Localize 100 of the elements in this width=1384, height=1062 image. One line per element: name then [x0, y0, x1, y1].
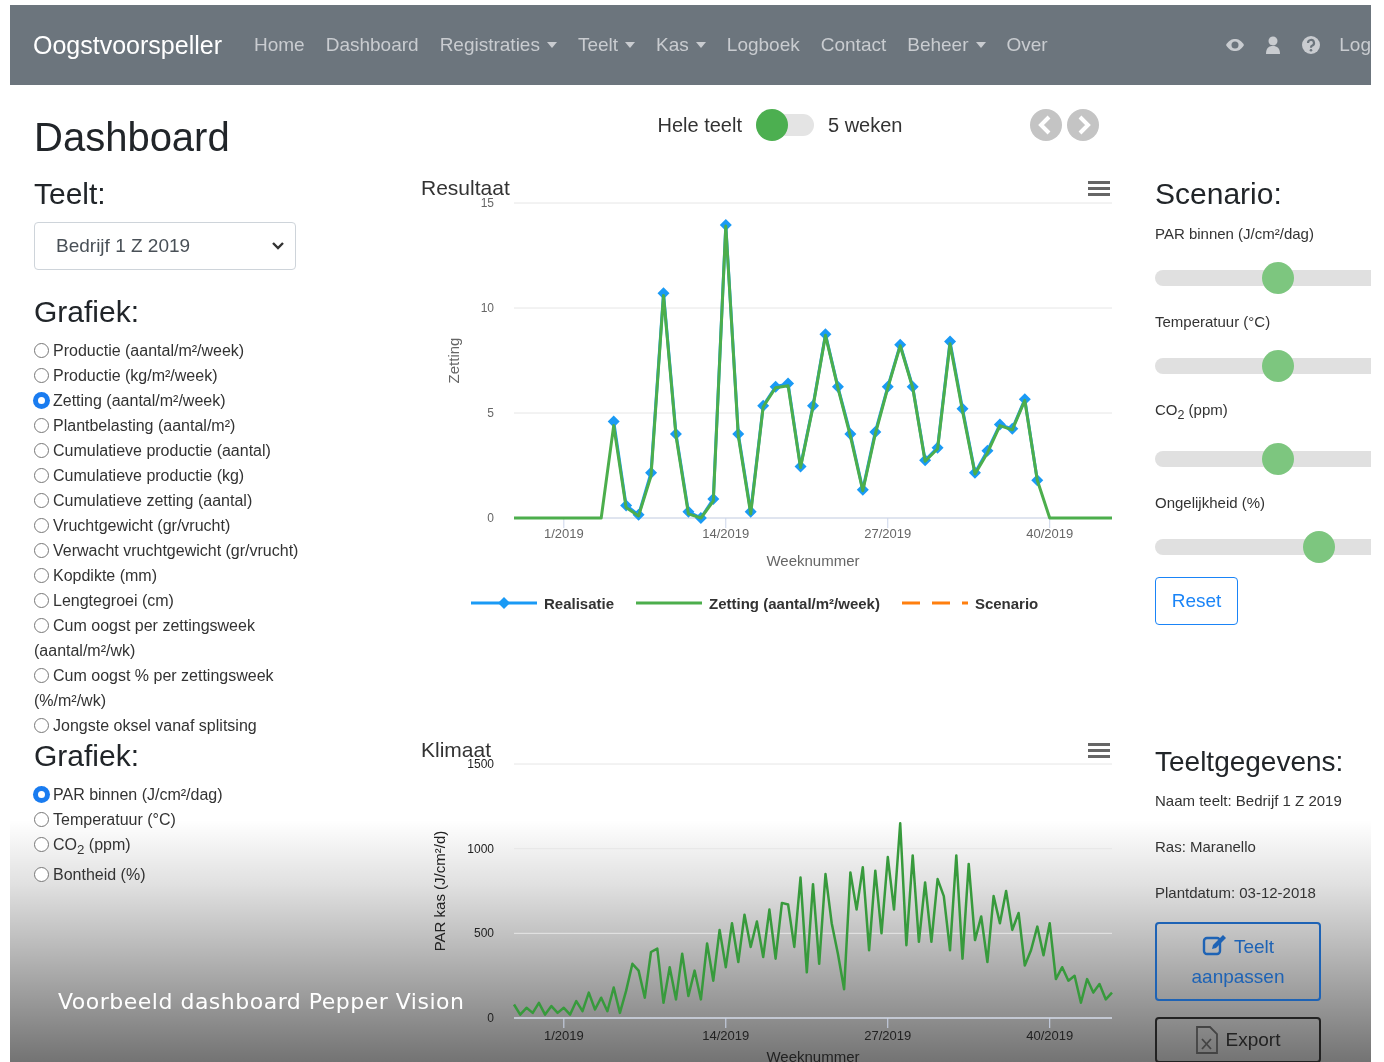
- radio-button[interactable]: [34, 618, 49, 633]
- legend-label[interactable]: Scenario: [974, 594, 1039, 612]
- toggle-label: 5 weken: [828, 113, 903, 137]
- radio-button[interactable]: [34, 468, 49, 483]
- radio-option[interactable]: Productie (kg/m²/week): [34, 363, 334, 388]
- slider-label: PAR binnen (J/cm²/dag): [1155, 224, 1315, 244]
- export-button[interactable]: Export: [1155, 1017, 1321, 1062]
- radio-option[interactable]: Kopdikte (mm): [34, 563, 334, 588]
- brand-link[interactable]: Oogstvoorspeller: [33, 30, 222, 60]
- data-point: [769, 380, 782, 393]
- section-heading: Teelt:: [34, 176, 107, 212]
- data-point: [694, 512, 707, 524]
- crop-select[interactable]: Bedrijf 1 Z 2019: [34, 222, 296, 270]
- slider[interactable]: [1155, 443, 1371, 475]
- section-heading: Grafiek:: [34, 738, 141, 774]
- data-point: [607, 415, 620, 428]
- radio-button[interactable]: [34, 867, 49, 883]
- data-point: [807, 399, 819, 412]
- radio-option[interactable]: Cumulatieve productie (aantal): [34, 438, 334, 463]
- axis-tick-label: 1500: [467, 757, 494, 771]
- radio-button[interactable]: [34, 443, 49, 458]
- data-point: [732, 428, 745, 440]
- slider[interactable]: [1155, 350, 1371, 382]
- radio-option[interactable]: Cumulatieve zetting (aantal): [34, 488, 334, 513]
- data-point: [1031, 474, 1044, 487]
- axis-tick-label: 27/2019: [864, 1028, 912, 1043]
- slider-thumb[interactable]: [1262, 443, 1295, 475]
- axis-tick-label: 14/2019: [702, 526, 750, 541]
- section-heading: Scenario:: [1155, 176, 1283, 212]
- radio-option[interactable]: CO$_{2}$ (ppm): [34, 832, 334, 863]
- radio-option[interactable]: Jongste oksel vanaf splitsing: [34, 713, 334, 738]
- radio-button[interactable]: [34, 418, 49, 433]
- radio-button[interactable]: [34, 368, 49, 383]
- axis-title: PAR kas (J/cm²/d): [431, 830, 448, 952]
- axis-tick-label: 10: [480, 301, 494, 315]
- radio-option[interactable]: Zetting (aantal/m²/week): [34, 388, 334, 413]
- help-icon[interactable]: [1301, 35, 1322, 55]
- axis-title: Weeknummer: [766, 552, 860, 569]
- data-point: [993, 418, 1006, 431]
- radio-button[interactable]: [34, 718, 49, 733]
- slider-thumb[interactable]: [1262, 262, 1295, 294]
- radio-option[interactable]: Plantbelasting (aantal/m²): [34, 413, 334, 438]
- radio-button[interactable]: [34, 393, 49, 408]
- axis-title: Zetting: [445, 337, 462, 384]
- axis-tick-label: 15: [480, 196, 494, 210]
- previous-icon[interactable]: [1030, 109, 1062, 141]
- data-point: [1006, 422, 1019, 435]
- section-heading: Grafiek:: [34, 294, 141, 330]
- radio-option[interactable]: Lengtegroei (cm): [34, 588, 334, 613]
- radio-option[interactable]: Verwacht vruchtgewicht (gr/vrucht): [34, 538, 334, 563]
- axis-tick-label: 27/2019: [864, 526, 912, 541]
- data-point: [632, 508, 645, 521]
- data-point: [819, 328, 832, 341]
- data-point: [906, 380, 919, 393]
- radio-option[interactable]: Productie (aantal/m²/week): [34, 338, 334, 363]
- data-point: [968, 466, 981, 479]
- radio-button[interactable]: [34, 518, 49, 533]
- radio-option[interactable]: Temperatuur (°C): [34, 807, 334, 832]
- axis-tick-label: 0: [487, 1011, 494, 1025]
- data-point: [682, 505, 695, 518]
- data-point: [620, 499, 633, 512]
- menu-icon[interactable]: [1088, 743, 1110, 758]
- slider-label: CO$_{2}$ (ppm): [1155, 400, 1229, 424]
- data-point: [919, 454, 932, 467]
- next-icon[interactable]: [1067, 109, 1099, 141]
- axis-tick-label: 14/2019: [702, 1028, 750, 1043]
- legend-label[interactable]: Realisatie: [544, 594, 615, 612]
- radio-button[interactable]: [34, 668, 49, 683]
- menu-icon[interactable]: [1088, 181, 1110, 196]
- data-point: [931, 441, 944, 454]
- data-point: [782, 377, 795, 390]
- axis-tick-label: 40/2019: [1026, 1028, 1074, 1043]
- radio-button[interactable]: [34, 343, 49, 358]
- spreadsheet-file-icon: [1195, 1026, 1218, 1054]
- data-point: [944, 335, 957, 348]
- reset-button[interactable]: Reset: [1155, 577, 1238, 625]
- legend-key-icon: [471, 596, 537, 610]
- slider[interactable]: [1155, 531, 1371, 563]
- legend-label[interactable]: Zetting (aantal/m²/week): [709, 594, 880, 612]
- radio-option[interactable]: PAR binnen (J/cm²/dag): [34, 782, 334, 807]
- radio-button[interactable]: [34, 787, 49, 802]
- radio-option[interactable]: Cumulatieve productie (kg): [34, 463, 334, 488]
- data-point: [894, 338, 907, 351]
- radio-button[interactable]: [34, 812, 49, 827]
- period-switch[interactable]: [756, 109, 814, 141]
- slider-thumb[interactable]: [1303, 531, 1336, 563]
- data-point: [881, 380, 894, 393]
- switch-knob[interactable]: [756, 109, 788, 141]
- radio-button[interactable]: [34, 493, 49, 508]
- data-point: [831, 380, 844, 393]
- slider[interactable]: [1155, 262, 1371, 294]
- radio-option[interactable]: Bontheid (%): [34, 862, 334, 888]
- radio-button[interactable]: [34, 593, 49, 608]
- radio-option[interactable]: Cum oogst % per zettingsweek (%/m²/wk): [34, 663, 334, 713]
- slider-thumb[interactable]: [1262, 350, 1295, 382]
- radio-option[interactable]: Vruchtgewicht (gr/vrucht): [34, 513, 334, 538]
- radio-button[interactable]: [34, 568, 49, 583]
- radio-button[interactable]: [34, 837, 49, 852]
- radio-option[interactable]: Cum oogst per zettingsweek (aantal/m²/wk): [34, 613, 334, 663]
- radio-button[interactable]: [34, 543, 49, 558]
